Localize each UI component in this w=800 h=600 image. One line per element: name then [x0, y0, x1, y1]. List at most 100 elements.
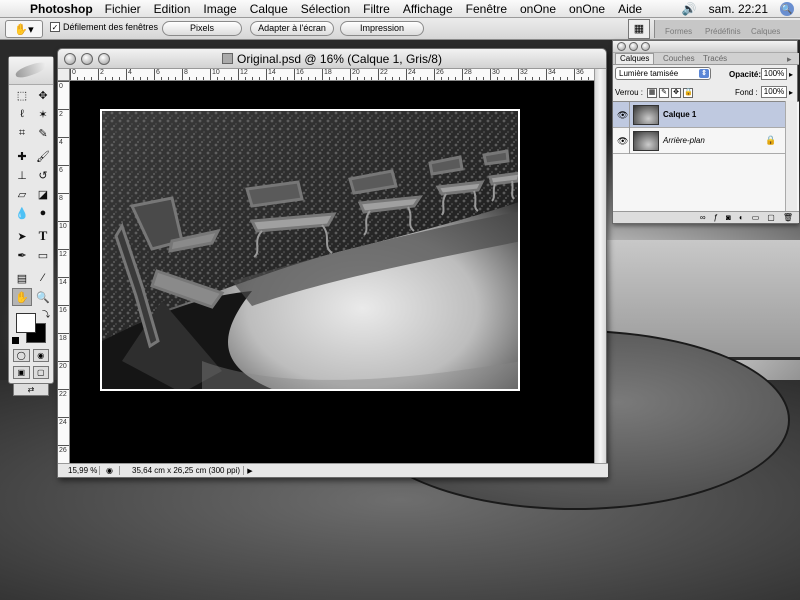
palette-close-icon[interactable]: [617, 42, 626, 51]
dodge-tool-icon[interactable]: ●: [33, 204, 53, 222]
tab-couches[interactable]: Couches: [659, 54, 699, 63]
ruler-label: 26: [59, 447, 67, 454]
menubar-clock[interactable]: sam. 22:21: [709, 2, 768, 16]
lock-pixels-icon[interactable]: ✎: [659, 88, 669, 98]
palette-well-icon[interactable]: ▦: [628, 19, 650, 39]
menu-calque[interactable]: Calque: [250, 2, 288, 16]
opacity-input[interactable]: 100%: [761, 68, 787, 80]
new-layer-icon[interactable]: ▢: [767, 213, 775, 222]
shape-tool-icon[interactable]: ▭: [33, 246, 53, 264]
actual-pixels-button[interactable]: Pixels: [162, 21, 242, 36]
vertical-scrollbar[interactable]: [594, 69, 606, 465]
tool-preset-picker[interactable]: ✋ ▾: [5, 20, 43, 38]
blur-tool-icon[interactable]: 💧: [12, 204, 32, 222]
jump-to-imageready-icon[interactable]: ⇄: [13, 383, 49, 396]
tab-traces[interactable]: Tracés: [699, 54, 731, 63]
default-colors-icon[interactable]: [12, 337, 19, 344]
hand-tool-icon[interactable]: ✋: [12, 288, 32, 306]
layer-mask-icon[interactable]: ◙: [726, 213, 731, 222]
print-size-button[interactable]: Impression: [340, 21, 424, 36]
document-canvas[interactable]: [70, 81, 596, 465]
menu-affichage[interactable]: Affichage: [403, 2, 453, 16]
vertical-ruler[interactable]: 0246810121416182022242628: [58, 81, 70, 465]
blend-mode-value: Lumière tamisée: [619, 69, 679, 78]
path-selection-tool-icon[interactable]: ➤: [12, 227, 32, 245]
lock-position-icon[interactable]: ✥: [671, 88, 681, 98]
menu-onone-2[interactable]: onOne: [569, 2, 605, 16]
menu-fichier[interactable]: Fichier: [105, 2, 141, 16]
menu-onone-1[interactable]: onOne: [520, 2, 556, 16]
minimize-icon[interactable]: [81, 53, 93, 65]
lock-all-icon[interactable]: 🔒: [683, 88, 693, 98]
close-icon[interactable]: [64, 53, 76, 65]
foreground-color-swatch[interactable]: [16, 313, 36, 333]
pen-tool-icon[interactable]: ✒: [12, 246, 32, 264]
layer-row-calque-1[interactable]: 👁 Calque 1: [613, 102, 787, 128]
fill-slider-arrow-icon[interactable]: ▸: [789, 88, 793, 97]
tab-calques[interactable]: Calques: [615, 53, 655, 64]
new-group-icon[interactable]: ▭: [752, 213, 760, 222]
well-tab-calques[interactable]: Calques: [751, 27, 780, 36]
menu-image[interactable]: Image: [203, 2, 236, 16]
eye-icon[interactable]: 👁: [617, 136, 628, 147]
zoom-level-field[interactable]: 15,99 %: [58, 466, 100, 475]
screen-mode-standard-icon[interactable]: ▣: [13, 366, 30, 379]
link-layers-icon[interactable]: ∞: [700, 213, 706, 222]
eyedropper-tool-icon[interactable]: ⁄: [33, 269, 53, 287]
marquee-tool-icon[interactable]: ⬚: [12, 86, 32, 104]
notes-tool-icon[interactable]: ▤: [12, 269, 32, 287]
menu-fenetre[interactable]: Fenêtre: [466, 2, 507, 16]
fit-on-screen-button[interactable]: Adapter à l'écran: [250, 21, 334, 36]
opacity-slider-arrow-icon[interactable]: ▸: [789, 70, 793, 79]
paint-bucket-tool-icon[interactable]: ◪: [33, 185, 53, 203]
swap-colors-icon[interactable]: ⤵: [42, 309, 50, 320]
palette-minimize-icon[interactable]: [629, 42, 638, 51]
well-tab-formes[interactable]: Formes: [665, 27, 692, 36]
clone-stamp-tool-icon[interactable]: ⊥: [12, 166, 32, 184]
standard-mode-icon[interactable]: ◯: [13, 349, 30, 362]
slice-tool-icon[interactable]: ✎: [33, 124, 53, 142]
quick-mask-mode-icon[interactable]: ◉: [32, 349, 49, 362]
history-brush-tool-icon[interactable]: ↺: [33, 166, 53, 184]
blend-mode-select[interactable]: Lumière tamisée ⇕: [615, 67, 711, 80]
move-tool-icon[interactable]: ✥: [33, 86, 53, 104]
ruler-label: 34: [548, 69, 556, 76]
layers-scrollbar[interactable]: [785, 101, 797, 211]
volume-icon[interactable]: 🔊: [682, 2, 697, 16]
layers-palette-footer: ∞ ƒ ◙ ◐ ▭ ▢ 🗑: [613, 211, 799, 223]
scroll-all-windows-checkbox[interactable]: ✓ Défilement des fenêtres: [50, 22, 158, 32]
brush-tool-icon[interactable]: 🖌: [33, 147, 53, 165]
well-tab-predefinis[interactable]: Prédéfinis: [705, 27, 741, 36]
horizontal-ruler[interactable]: 02468101214161820222426283032343638: [70, 69, 596, 81]
menu-aide[interactable]: Aide: [618, 2, 642, 16]
palette-zoom-icon[interactable]: [641, 42, 650, 51]
layer-row-arriere-plan[interactable]: 👁 Arrière-plan 🔒: [613, 128, 787, 154]
palette-menu-icon[interactable]: ▸: [783, 54, 796, 65]
lock-transparency-icon[interactable]: ▦: [647, 88, 657, 98]
menu-edition[interactable]: Edition: [154, 2, 191, 16]
crop-tool-icon[interactable]: ⌗: [12, 124, 32, 142]
document-titlebar[interactable]: Original.psd @ 16% (Calque 1, Gris/8): [58, 49, 606, 69]
navigator-icon[interactable]: ◉: [100, 466, 120, 475]
app-menu[interactable]: Photoshop: [30, 2, 93, 16]
eye-icon[interactable]: 👁: [617, 110, 628, 121]
fill-input[interactable]: 100%: [761, 86, 787, 98]
zoom-window-icon[interactable]: [98, 53, 110, 65]
menu-selection[interactable]: Sélection: [301, 2, 350, 16]
magic-wand-tool-icon[interactable]: ✶: [33, 105, 53, 123]
menu-filtre[interactable]: Filtre: [363, 2, 390, 16]
eraser-tool-icon[interactable]: ▱: [12, 185, 32, 203]
zoom-tool-icon[interactable]: 🔍: [33, 288, 53, 306]
layer-style-icon[interactable]: ƒ: [714, 213, 718, 222]
ruler-origin[interactable]: [58, 69, 70, 81]
toolbox-header[interactable]: [9, 57, 53, 85]
healing-brush-tool-icon[interactable]: ✚: [12, 147, 32, 165]
lasso-tool-icon[interactable]: ℓ: [12, 105, 32, 123]
spotlight-icon[interactable]: 🔍: [780, 2, 794, 16]
palette-titlebar[interactable]: [613, 41, 797, 53]
type-tool-icon[interactable]: T: [33, 227, 53, 245]
adjustment-layer-icon[interactable]: ◐: [739, 213, 744, 222]
screen-mode-full-menu-icon[interactable]: ▢: [32, 366, 49, 379]
trash-icon[interactable]: 🗑: [783, 213, 793, 222]
status-menu-arrow-icon[interactable]: ▶: [244, 467, 256, 475]
